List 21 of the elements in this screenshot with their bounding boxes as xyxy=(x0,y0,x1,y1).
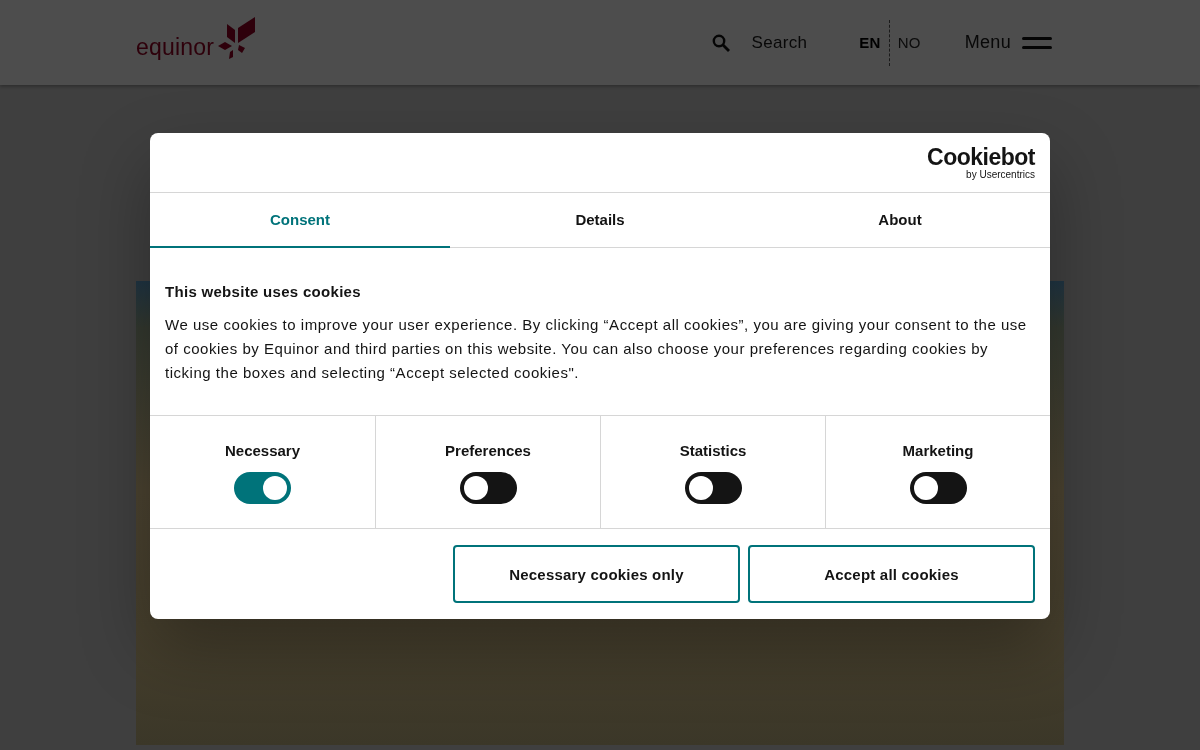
category-label: Statistics xyxy=(679,442,747,460)
tab[interactable]: About xyxy=(750,193,1050,248)
category-label: Marketing xyxy=(902,442,974,460)
consent-button[interactable]: Accept all cookies xyxy=(748,545,1035,603)
toggle-switch[interactable] xyxy=(909,472,967,504)
toggle-switch[interactable] xyxy=(684,472,742,504)
consent-text: We use cookies to improve your user experience. By clicking “Accept all cookies”, you are giving your consent to the use of cookies by Equinor and third parties on this website. You can also choose your preferences regarding cookies by ticking the boxes and selecting “Accept selected cookies". xyxy=(165,315,1028,383)
category-label: Preferences xyxy=(445,442,531,460)
logo-icon xyxy=(218,16,257,61)
tab[interactable]: Details xyxy=(450,193,750,248)
toggle-switch[interactable] xyxy=(234,472,291,504)
dialog-title: This website uses cookies xyxy=(165,283,362,301)
brand-byline: by Usercentrics xyxy=(966,169,1035,180)
category-label: Necessary xyxy=(224,442,301,460)
tab[interactable]: Consent xyxy=(150,193,450,248)
menu-icon xyxy=(1022,36,1052,49)
consent-button[interactable]: Necessary cookies only xyxy=(453,545,740,603)
toggle-switch[interactable] xyxy=(459,472,517,504)
brand-name: Cookiebot xyxy=(927,145,1035,169)
search-icon xyxy=(711,33,730,52)
logo-text: equinor xyxy=(136,35,215,61)
